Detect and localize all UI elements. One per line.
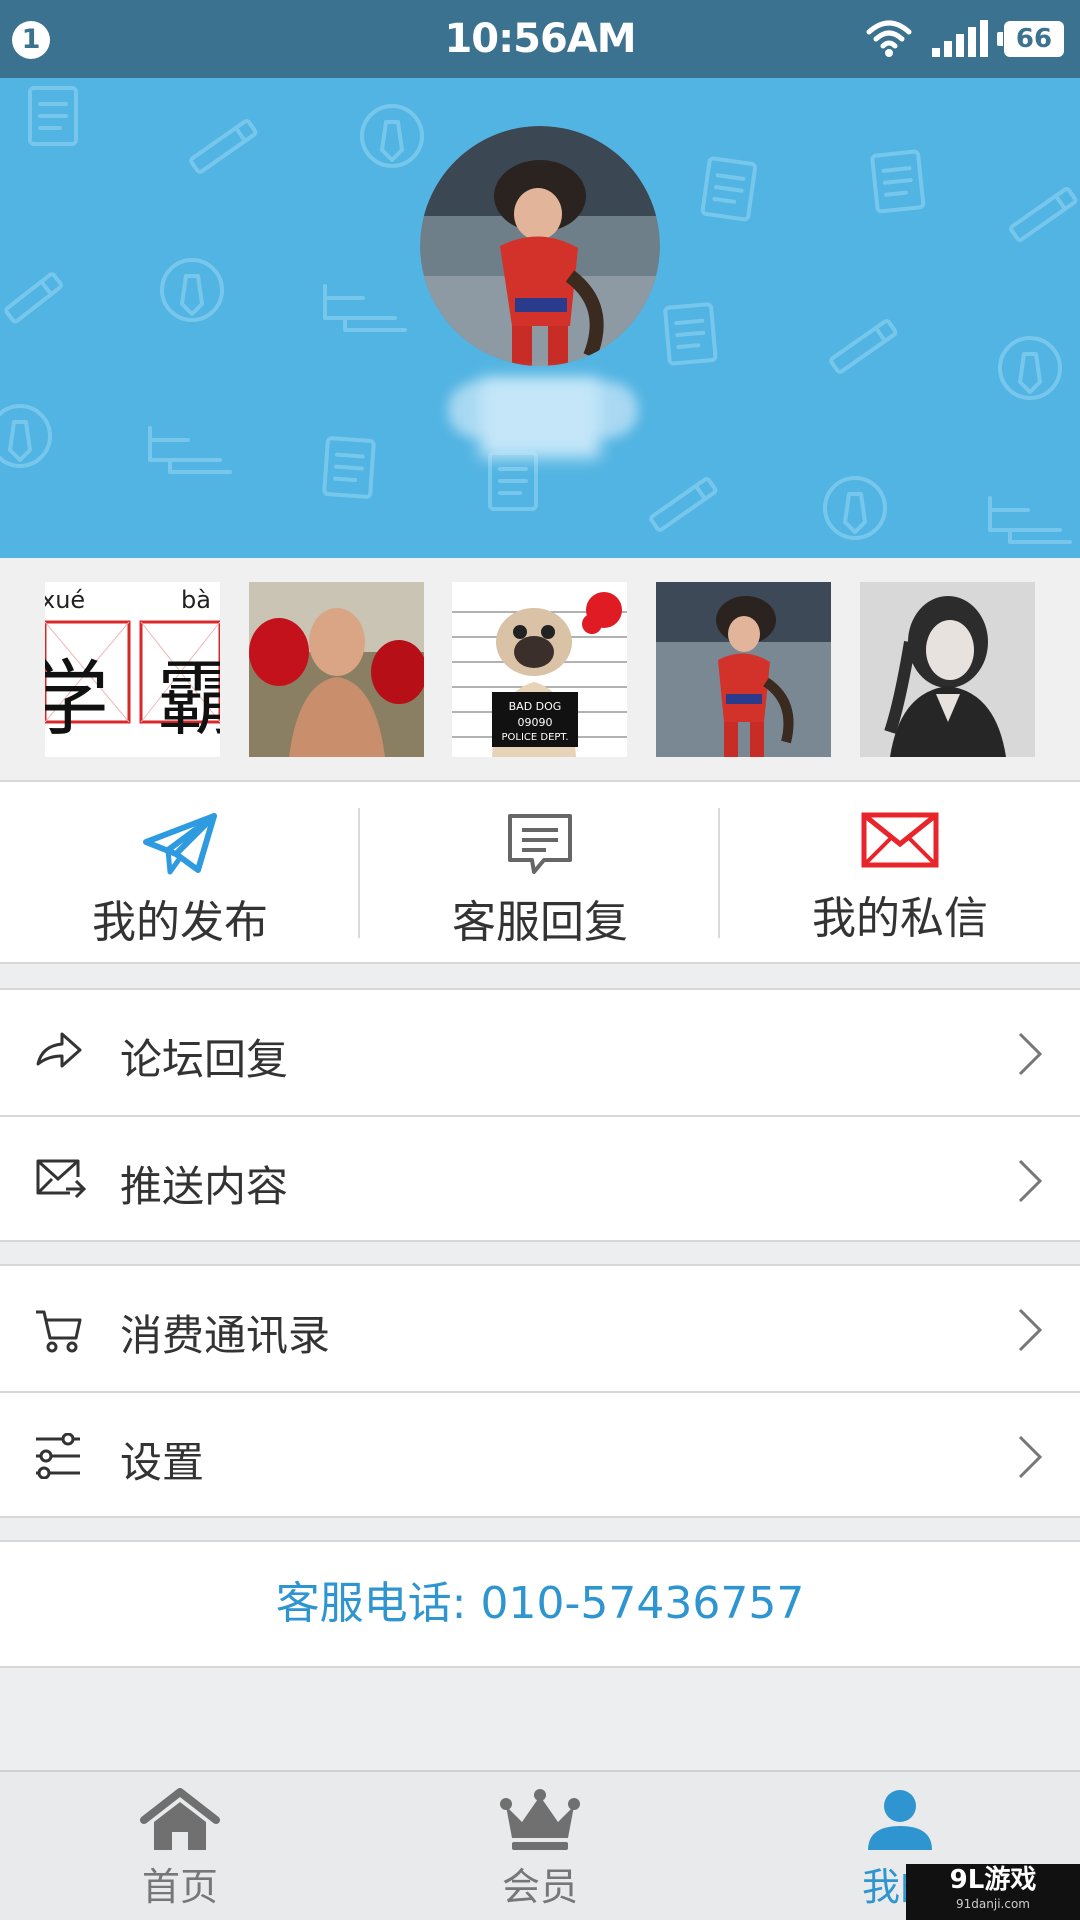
watermark-url: 91danji.com bbox=[956, 1897, 1030, 1911]
menu-group-1: 论坛回复 推送内容 bbox=[0, 988, 1080, 1242]
menu-item-settings[interactable]: 设置 bbox=[0, 1391, 1080, 1516]
customer-service-reply-label: 客服回复 bbox=[452, 897, 628, 948]
watermark-logo: 9L游戏 bbox=[949, 1865, 1037, 1895]
reply-arrow-icon bbox=[36, 1032, 82, 1068]
message-icon bbox=[508, 814, 572, 874]
pug-photo[interactable]: BAD DOG 09090 POLICE DEPT. bbox=[452, 582, 627, 757]
menu-item-push-content[interactable]: 推送内容 bbox=[0, 1115, 1080, 1240]
menu-group-2: 消费通讯录 设置 bbox=[0, 1264, 1080, 1518]
menu-label-push-content: 推送内容 bbox=[120, 1162, 289, 1211]
my-posts-label: 我的发布 bbox=[92, 897, 268, 948]
sliders-icon bbox=[36, 1433, 80, 1479]
watermark: 9L游戏 91danji.com bbox=[906, 1864, 1080, 1920]
xue-ba-photo[interactable]: xué bà 学 霸 bbox=[45, 582, 220, 757]
my-messages-button[interactable]: 我的私信 bbox=[720, 782, 1080, 962]
signal-icon bbox=[932, 20, 988, 57]
chevron-right-icon bbox=[1018, 1032, 1043, 1076]
chevron-right-icon bbox=[1018, 1308, 1043, 1352]
boxer-photo[interactable] bbox=[249, 582, 424, 757]
sign-line-3: POLICE DEPT. bbox=[501, 732, 569, 743]
menu-item-forum-replies[interactable]: 论坛回复 bbox=[0, 990, 1080, 1115]
menu-label-forum-replies: 论坛回复 bbox=[120, 1035, 289, 1084]
profile-header bbox=[0, 78, 1080, 558]
mail-forward-icon bbox=[36, 1159, 86, 1199]
cart-icon bbox=[36, 1310, 82, 1353]
chevron-right-icon bbox=[1018, 1159, 1043, 1203]
sign-line-1: BAD DOG bbox=[508, 700, 562, 713]
menu-item-consumer-directory[interactable]: 消费通讯录 bbox=[0, 1266, 1080, 1391]
tab-membership-label: 会员 bbox=[501, 1865, 578, 1909]
paper-plane-icon bbox=[143, 813, 217, 875]
status-time: 10:56AM bbox=[444, 16, 636, 62]
my-posts-button[interactable]: 我的发布 bbox=[0, 782, 360, 962]
girl-portrait-photo[interactable] bbox=[860, 582, 1035, 757]
tab-home[interactable]: 首页 bbox=[0, 1772, 360, 1920]
envelope-icon bbox=[861, 812, 939, 868]
tab-membership[interactable]: 会员 bbox=[360, 1772, 720, 1920]
tab-home-label: 首页 bbox=[141, 1865, 218, 1909]
quick-actions: 我的发布 客服回复 我的私信 bbox=[0, 782, 1080, 964]
pinyin-xue: xué bbox=[45, 586, 86, 614]
crown-icon bbox=[500, 1789, 580, 1850]
photo-strip: xué bà 学 霸 BAD DOG 09090 POLICE DEPT. bbox=[0, 558, 1080, 782]
customer-service-reply-button[interactable]: 客服回复 bbox=[360, 782, 720, 962]
status-bar: 1 10:56AM 66 bbox=[0, 0, 1080, 78]
person-icon bbox=[868, 1790, 932, 1850]
wifi-icon bbox=[866, 20, 912, 57]
my-messages-label: 我的私信 bbox=[812, 893, 988, 944]
customer-service-hotline[interactable]: 客服电话: 010-57436757 bbox=[0, 1540, 1080, 1668]
char-ba: 霸 bbox=[157, 652, 220, 747]
username-mosaic bbox=[480, 378, 600, 458]
child-costume-photo[interactable] bbox=[656, 582, 831, 757]
sign-line-2: 09090 bbox=[517, 716, 553, 729]
menu-label-settings: 设置 bbox=[120, 1438, 205, 1487]
battery-indicator: 66 bbox=[997, 21, 1064, 57]
avatar[interactable] bbox=[420, 126, 660, 366]
chevron-right-icon bbox=[1018, 1435, 1043, 1479]
pinyin-ba: bà bbox=[181, 586, 211, 614]
menu-label-consumer-directory: 消费通讯录 bbox=[120, 1311, 331, 1360]
char-xue: 学 bbox=[45, 652, 110, 747]
home-icon bbox=[140, 1788, 220, 1850]
